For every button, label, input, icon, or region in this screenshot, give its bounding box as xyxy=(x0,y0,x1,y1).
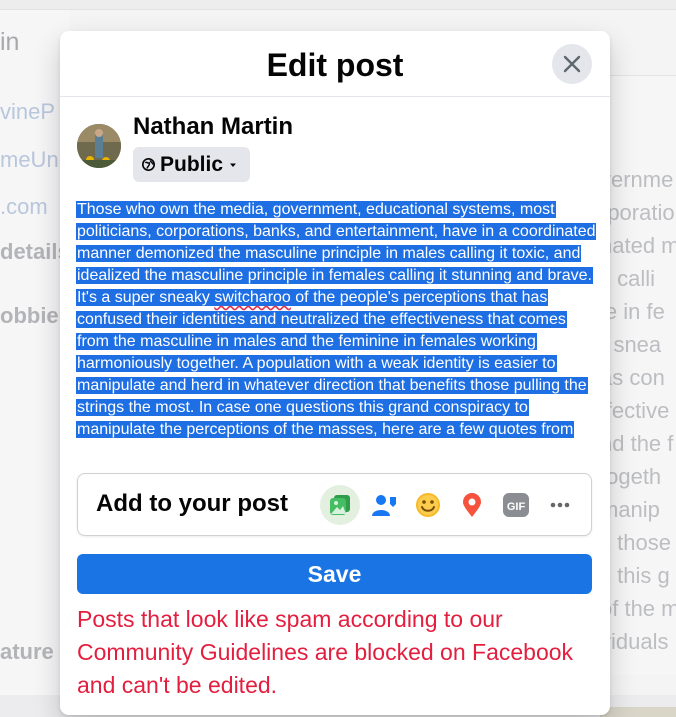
tag-people-icon xyxy=(372,495,396,516)
avatar[interactable] xyxy=(77,124,121,168)
check-in-icon xyxy=(463,493,481,517)
photo-video-icon xyxy=(330,495,350,515)
background-bottom-chip xyxy=(600,707,676,717)
edit-post-dialog: Edit post Nathan Martin Public Those who… xyxy=(60,31,610,715)
background-right-text: s calli xyxy=(600,266,656,291)
check-in-button[interactable] xyxy=(452,485,492,525)
background-right-text: rporatio xyxy=(600,200,675,225)
background-left-link: vineP xyxy=(0,99,56,124)
background-left-text: in xyxy=(0,28,20,56)
background-left-heading: ature xyxy=(0,639,54,664)
more-options-button[interactable] xyxy=(540,485,580,525)
background-right-text: r snea xyxy=(600,332,662,357)
background-right-text: viduals xyxy=(600,629,669,654)
author-name: Nathan Martin xyxy=(133,113,294,140)
feeling-activity-icon xyxy=(416,493,440,517)
background-right-text: ffective xyxy=(600,398,670,423)
background-right-text: manip xyxy=(600,497,660,522)
background-left-heading: obbie xyxy=(0,303,59,328)
background-right-text: nated m xyxy=(600,233,676,258)
background-right-text: s this g xyxy=(600,563,670,588)
feeling-activity-button[interactable] xyxy=(408,485,448,525)
add-to-post-label: Add to your post xyxy=(96,490,288,517)
post-text-editor[interactable]: Those who own the media, government, edu… xyxy=(76,199,596,455)
background-right-text: vernme xyxy=(600,167,674,192)
background-topbar xyxy=(0,0,676,10)
background-right-text: as con xyxy=(600,365,665,390)
background-right-text: of the m xyxy=(600,596,676,621)
spam-warning-message: Posts that look like spam according to o… xyxy=(77,606,574,698)
tag-people-button[interactable] xyxy=(364,485,404,525)
background-right-text: le in fe xyxy=(600,299,665,324)
add-to-post-bar: Add to your post GIF xyxy=(77,473,592,536)
background-left-link: .com xyxy=(0,194,48,219)
photo-video-button[interactable] xyxy=(320,485,360,525)
audience-selector[interactable]: Public xyxy=(133,147,250,182)
avatar-photo xyxy=(77,124,121,168)
gif-icon-label: GIF xyxy=(507,501,526,513)
dialog-title: Edit post xyxy=(266,47,404,83)
audience-label: Public xyxy=(160,152,224,176)
globe-icon xyxy=(142,158,155,171)
close-icon xyxy=(563,55,581,73)
dialog-header: Edit post xyxy=(60,31,610,97)
more-icon xyxy=(550,502,570,508)
caret-down-icon xyxy=(230,163,237,167)
selected-post-text: Those who own the media, government, edu… xyxy=(76,201,596,438)
background-left-link: meUni xyxy=(0,147,64,172)
save-button[interactable]: Save xyxy=(77,554,592,594)
background-right-text: s those xyxy=(600,530,671,555)
gif-button[interactable]: GIF xyxy=(496,485,536,525)
misspelled-word: switcharoo xyxy=(214,289,291,306)
gif-icon: GIF xyxy=(503,493,529,517)
close-button[interactable] xyxy=(552,44,592,84)
post-text-end: of the people's perceptions that has con… xyxy=(77,289,587,438)
background-right-text: togeth xyxy=(600,464,662,489)
background-right-text: nd the f xyxy=(600,431,674,456)
